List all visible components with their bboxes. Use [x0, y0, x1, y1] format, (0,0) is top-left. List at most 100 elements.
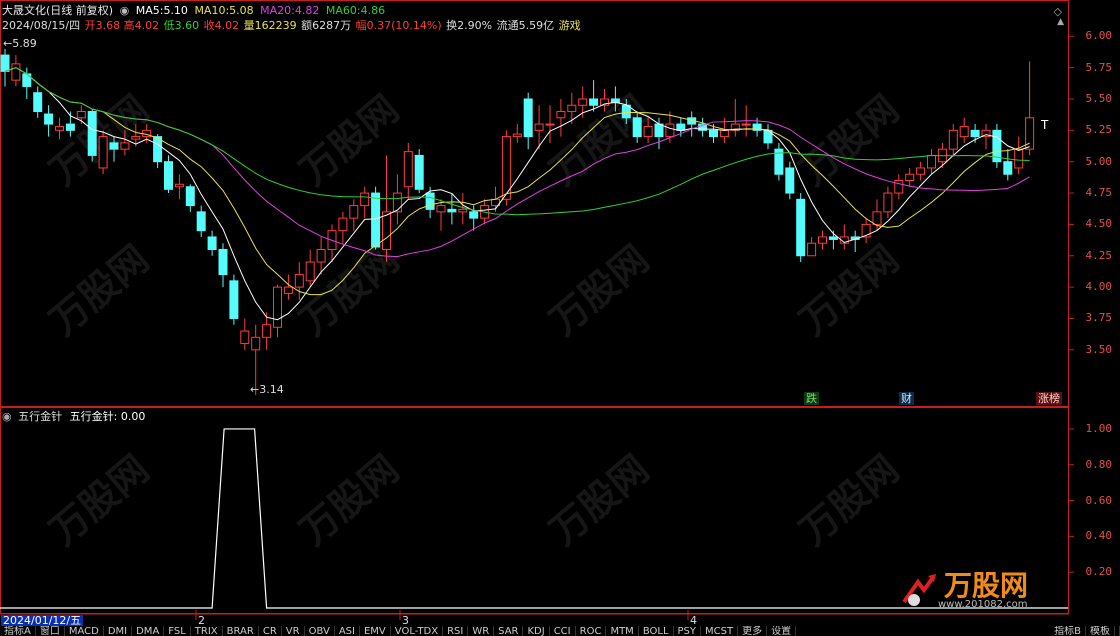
indicator-tab-right[interactable]: 指标B: [1050, 626, 1086, 636]
indicator-tab[interactable]: 设置: [767, 626, 797, 636]
indicator-tab[interactable]: MCST: [701, 626, 739, 636]
candle[interactable]: [621, 98, 631, 125]
indicator-tab[interactable]: ROC: [576, 626, 607, 636]
indicator-tab[interactable]: OBV: [305, 626, 335, 636]
candle[interactable]: [1025, 61, 1035, 156]
finance-tag[interactable]: 财: [899, 392, 914, 405]
collapse-up-icon[interactable]: ▲: [1057, 17, 1064, 27]
candle[interactable]: [600, 88, 609, 112]
candle[interactable]: [916, 161, 926, 181]
candle[interactable]: [589, 80, 599, 112]
indicator-tab[interactable]: FSL: [164, 626, 191, 636]
candle[interactable]: [305, 249, 315, 288]
candle[interactable]: [687, 111, 697, 137]
candle[interactable]: [414, 149, 424, 194]
candle[interactable]: [948, 124, 958, 156]
candle[interactable]: [1014, 136, 1024, 175]
candle[interactable]: [992, 124, 1002, 168]
indicator-tab[interactable]: 指标A: [0, 626, 36, 636]
indicator-tab[interactable]: MACD: [65, 626, 104, 636]
limit-up-tag[interactable]: 涨榜: [1036, 392, 1062, 405]
candle[interactable]: [360, 186, 370, 219]
indicator-settings-icon[interactable]: ◉: [2, 410, 12, 423]
candle[interactable]: [905, 167, 915, 187]
candle[interactable]: [981, 124, 991, 150]
fall-tag[interactable]: 跌: [804, 392, 819, 405]
kline-chart[interactable]: [0, 0, 1120, 636]
candle[interactable]: [273, 284, 282, 338]
candle[interactable]: [382, 155, 391, 263]
candle[interactable]: [44, 105, 54, 137]
candle[interactable]: [545, 105, 555, 143]
candle[interactable]: [218, 243, 228, 288]
candle[interactable]: [120, 130, 130, 156]
candle[interactable]: [523, 92, 533, 150]
candle[interactable]: [883, 186, 893, 219]
candle[interactable]: [1003, 149, 1013, 181]
candle[interactable]: [327, 224, 337, 263]
candle[interactable]: [33, 86, 43, 118]
indicator-tab[interactable]: VOL-TDX: [391, 626, 444, 636]
candle[interactable]: [512, 124, 522, 143]
candle[interactable]: [447, 193, 457, 225]
candle[interactable]: [796, 193, 806, 263]
candle[interactable]: [818, 230, 827, 250]
candle[interactable]: [730, 98, 740, 137]
candle[interactable]: [556, 98, 566, 137]
indicator-tab[interactable]: CCI: [550, 626, 576, 636]
candle[interactable]: [458, 193, 468, 225]
indicator-tab[interactable]: KDJ: [523, 626, 550, 636]
candle[interactable]: [0, 48, 10, 87]
candle[interactable]: [98, 130, 108, 175]
candle[interactable]: [698, 117, 708, 137]
candle[interactable]: [294, 262, 304, 300]
candle[interactable]: [927, 149, 936, 175]
candle[interactable]: [109, 136, 119, 162]
indicator-tab[interactable]: TRIX: [191, 626, 223, 636]
candle[interactable]: [785, 161, 795, 200]
candle[interactable]: [185, 184, 195, 212]
candle[interactable]: [850, 230, 860, 252]
indicator-tab[interactable]: WR: [468, 626, 495, 636]
candle[interactable]: [567, 92, 577, 125]
candle[interactable]: [839, 224, 849, 250]
indicator-tab[interactable]: PSY: [674, 626, 702, 636]
indicator-tab[interactable]: CR: [259, 626, 282, 636]
candle[interactable]: [55, 117, 64, 140]
candle[interactable]: [861, 218, 871, 244]
candle[interactable]: [229, 274, 239, 325]
indicator-tab[interactable]: 窗口: [36, 626, 65, 636]
indicator-tab[interactable]: DMA: [132, 626, 165, 636]
indicator-tab[interactable]: ASI: [335, 626, 360, 636]
candle[interactable]: [610, 86, 620, 112]
candle[interactable]: [240, 318, 250, 350]
indicator-tab[interactable]: MTM: [606, 626, 639, 636]
indicator-title[interactable]: 五行金针: [18, 410, 62, 423]
candle[interactable]: [283, 274, 293, 300]
candle[interactable]: [87, 109, 97, 162]
indicator-tab[interactable]: DMI: [104, 626, 133, 636]
indicator-tab-right[interactable]: 模板: [1086, 626, 1115, 636]
candle[interactable]: [959, 117, 969, 143]
dropdown-icon[interactable]: ◉: [120, 4, 130, 17]
stock-name[interactable]: 大晟文化(日线 前复权): [2, 4, 113, 17]
candle[interactable]: [338, 211, 348, 244]
indicator-tab[interactable]: EMV: [360, 626, 391, 636]
candle[interactable]: [403, 142, 413, 200]
indicator-tab[interactable]: VR: [282, 626, 305, 636]
candle[interactable]: [392, 174, 402, 225]
candle[interactable]: [349, 199, 359, 231]
indicator-tab[interactable]: BOLL: [639, 626, 674, 636]
candle[interactable]: [174, 174, 184, 200]
sector-tag[interactable]: 游戏: [559, 19, 581, 32]
candle[interactable]: [632, 111, 642, 143]
indicator-tab[interactable]: SAR: [494, 626, 524, 636]
candle[interactable]: [894, 174, 904, 200]
candles-group[interactable]: [0, 48, 1035, 395]
candle[interactable]: [207, 230, 217, 256]
indicator-tab[interactable]: 更多: [738, 626, 768, 636]
candle[interactable]: [643, 117, 653, 143]
indicator-tab[interactable]: RSI: [443, 626, 469, 636]
candle[interactable]: [436, 199, 446, 231]
candle[interactable]: [763, 124, 773, 150]
